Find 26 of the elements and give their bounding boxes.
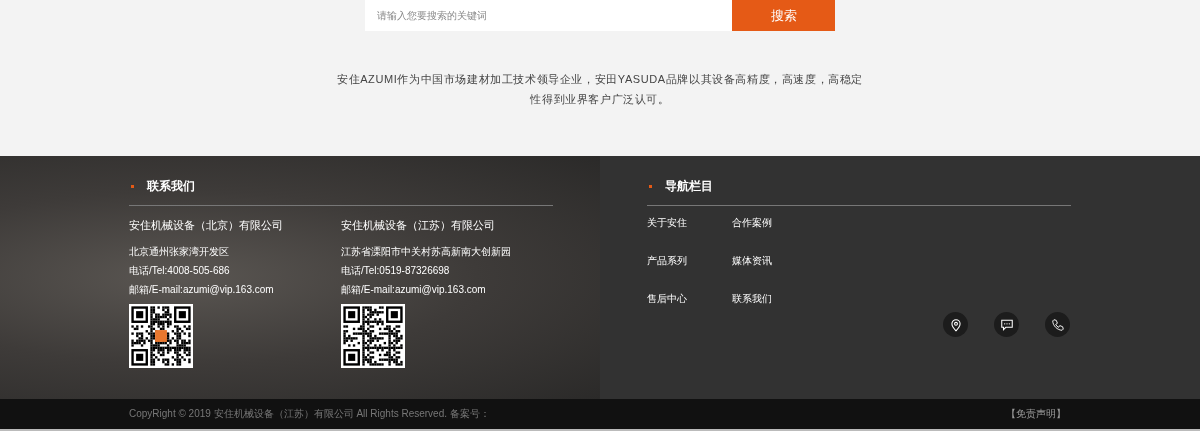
chat-icon[interactable] (994, 312, 1019, 337)
email-text: 邮箱/E-mail:azumi@vip.163.com (341, 283, 487, 297)
search-button[interactable]: 搜索 (732, 0, 835, 31)
bullet-icon (649, 184, 652, 188)
phone-text: 电话/Tel:0519-87326698 (341, 264, 451, 278)
email-text: 邮箱/E-mail:azumi@vip.163.com (129, 283, 275, 297)
bullet-icon (131, 184, 134, 188)
nav-link[interactable]: 产品系列 (647, 254, 732, 268)
location-pin-icon[interactable] (943, 312, 968, 337)
nav-link[interactable]: 售后中心 (647, 292, 732, 306)
search-field[interactable]: 请输入您要搜索的关键词 (365, 0, 732, 31)
section-title: 联系我们 (147, 177, 195, 195)
phone-icon[interactable] (1045, 312, 1070, 337)
disclaimer-link[interactable]: 【免责声明】 (1006, 407, 1066, 421)
company-name: 安住机械设备（北京）有限公司 (129, 219, 284, 233)
address-text: 江苏省溧阳市中关村苏高新南大创新园 (341, 245, 512, 259)
intro-text: 安住AZUMI作为中国市场建材加工技术领导企业，安田YASUDA品牌以其设备高精度，高速度，高稳定性得到业界客户广泛认可。 (335, 72, 864, 107)
nav-link[interactable]: 联系我们 (732, 292, 817, 306)
phone-text: 电话/Tel:4008-505-686 (129, 264, 231, 278)
company-name: 安住机械设备（江苏）有限公司 (341, 219, 496, 233)
nav-link[interactable]: 媒体资讯 (732, 254, 817, 268)
nav-link[interactable]: 合作案例 (732, 216, 817, 230)
section-title: 导航栏目 (665, 177, 713, 195)
nav-link[interactable]: 关于安住 (647, 216, 732, 230)
copyright-text: CopyRight © 2019 安住机械设备（江苏）有限公司 All Rights Reserved. 备案号： (129, 407, 490, 421)
address-text: 北京通州张家湾开发区 (129, 245, 230, 259)
